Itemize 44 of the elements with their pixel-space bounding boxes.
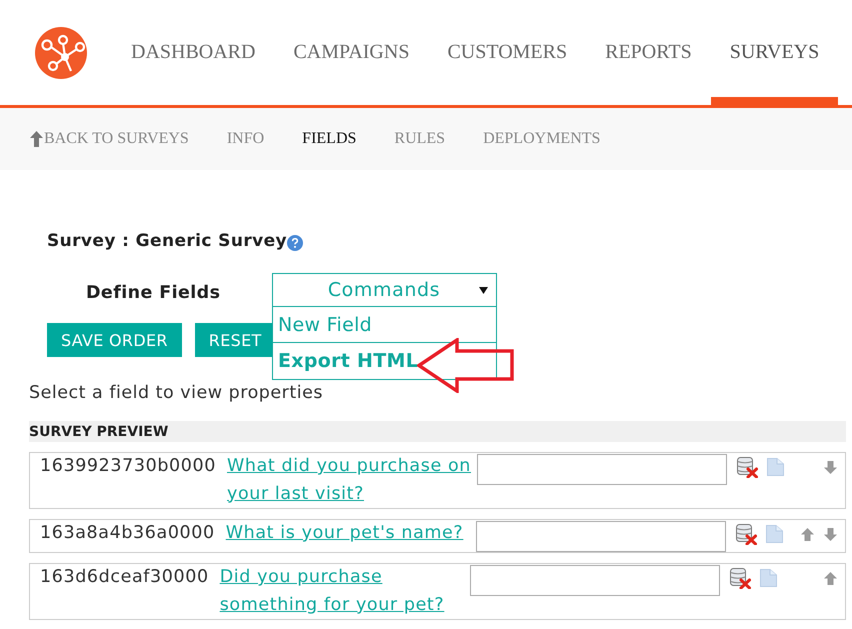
copy-icon[interactable] [766,525,783,543]
subnav-tab[interactable]: FIELDS [302,130,356,148]
field-row[interactable]: 163a8a4b36a0000 What is your pet's name? [29,519,846,553]
field-id: 163d6dceaf30000 [40,566,209,589]
copy-icon[interactable] [760,569,777,587]
move-up-icon[interactable] [801,528,814,541]
menu-item[interactable]: Export HTML [273,342,496,379]
move-down-icon[interactable] [824,528,837,541]
field-row[interactable]: 1639923730b0000 What did you purchase on your last visit? [29,452,846,509]
database-delete-icon[interactable] [736,457,758,478]
answer-input[interactable] [477,454,727,485]
answer-input[interactable] [470,565,720,596]
copy-icon[interactable] [767,458,784,476]
move-up-icon[interactable] [824,572,837,585]
nav-tab[interactable]: CAMPAIGNS [274,0,428,105]
subnav-tab[interactable]: DEPLOYMENTS [483,130,600,148]
question-link[interactable]: What did you purchase on your last visit? [227,453,473,508]
define-fields-label: Define Fields [86,283,222,303]
question-link[interactable]: Did you purchase something for your pet? [220,564,466,619]
survey-title: Survey : Generic Survey [47,230,288,250]
hint-text: Select a field to view properties [29,382,324,404]
commands-dropdown[interactable]: Commands [272,273,497,307]
answer-input[interactable] [476,521,726,552]
back-link[interactable]: BACK TO SURVEYS [30,130,189,148]
nav-tab[interactable]: CUSTOMERS [428,0,586,105]
subnav-tab[interactable]: INFO [226,130,264,148]
database-delete-icon[interactable] [728,568,751,589]
move-down-icon[interactable] [824,461,837,474]
callout-arrow-icon [417,338,514,393]
question-link[interactable]: What is your pet's name? [226,520,472,548]
database-delete-icon[interactable] [734,524,757,545]
preview-heading: SURVEY PREVIEW [29,421,846,442]
field-id: 163a8a4b36a0000 [40,522,215,545]
nodes-logo-icon[interactable] [35,26,87,78]
save-order-button[interactable]: SAVE ORDER [47,323,182,357]
subnav-tab[interactable]: RULES [394,130,446,148]
menu-item[interactable]: New Field [273,307,496,342]
nav-tab[interactable]: DASHBOARD [112,0,274,105]
arrow-up-icon [30,131,43,147]
nav-tab[interactable]: REPORTS [586,0,711,105]
field-row[interactable]: 163d6dceaf30000 Did you purchase something for your pet? [29,563,846,620]
field-id: 1639923730b0000 [40,455,216,478]
help-icon[interactable] [287,235,304,251]
caret-icon [479,286,488,294]
